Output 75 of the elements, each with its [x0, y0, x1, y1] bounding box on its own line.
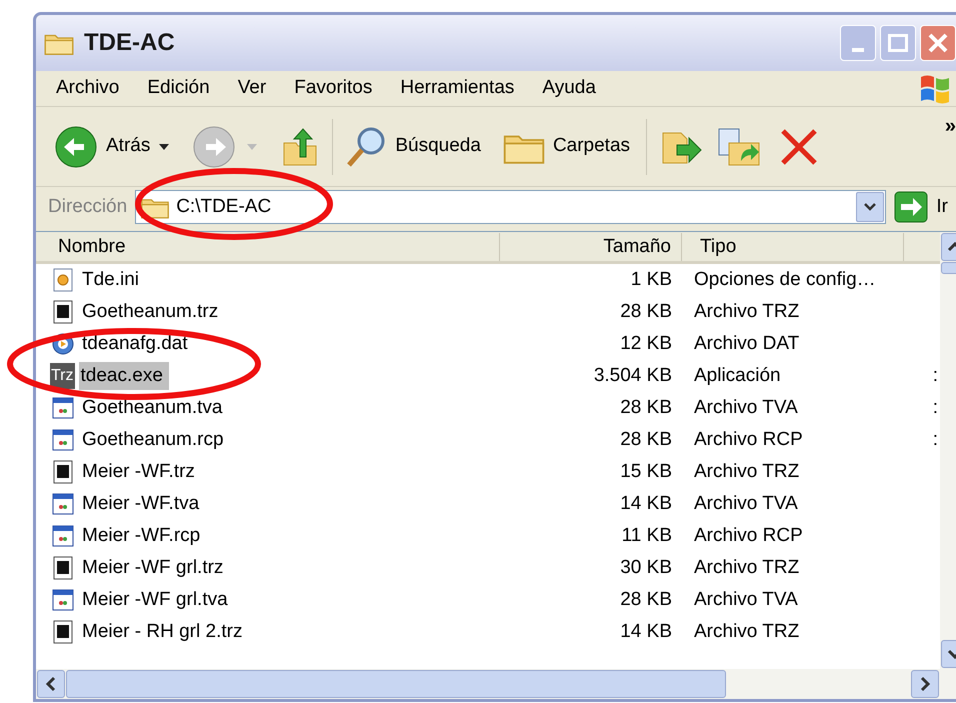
- file-size: 28 KB: [619, 588, 672, 612]
- column-header[interactable]: Nombre: [36, 232, 500, 260]
- folder-up-icon[interactable]: [282, 126, 318, 166]
- menu-item[interactable]: Archivo: [56, 74, 120, 103]
- file-type: Aplicación: [694, 364, 782, 388]
- horizontal-scrollbar[interactable]: [36, 669, 956, 699]
- window-icon: [50, 427, 76, 453]
- window-icon: [50, 491, 76, 517]
- file-name[interactable]: Meier -WF.trz: [80, 458, 197, 486]
- window-title: TDE-AC: [84, 28, 175, 58]
- file-type: Archivo TRZ: [694, 460, 800, 484]
- menu-item[interactable]: Herramientas: [400, 74, 514, 103]
- caret-icon: [246, 142, 258, 150]
- folders-button[interactable]: Carpetas: [502, 128, 630, 164]
- file-name[interactable]: Goetheanum.tva: [80, 394, 224, 422]
- window-icon: [50, 395, 76, 421]
- table-cell-text: :: [932, 364, 939, 388]
- app-icon: Trz: [50, 363, 75, 389]
- menu-item[interactable]: Ver: [238, 74, 266, 103]
- file-size: 28 KB: [619, 428, 672, 452]
- scroll-right-button[interactable]: [911, 670, 939, 698]
- file-size: 15 KB: [619, 460, 672, 484]
- toolbar-overflow-button[interactable]: »: [944, 111, 956, 141]
- delete-icon[interactable]: [779, 126, 820, 166]
- file-size: 28 KB: [619, 300, 672, 324]
- file-type: Opciones de config…: [694, 268, 877, 292]
- file-type: Archivo TVA: [694, 396, 799, 420]
- file-name[interactable]: Meier -WF grl.trz: [80, 554, 226, 582]
- file-size: 30 KB: [619, 556, 672, 580]
- go-button[interactable]: Ir: [894, 191, 956, 223]
- file-type: Archivo TVA: [694, 492, 799, 516]
- file-size: 28 KB: [619, 396, 672, 420]
- menu-item[interactable]: Favoritos: [294, 74, 372, 103]
- file-name[interactable]: Meier -WF.rcp: [80, 522, 202, 550]
- file-name[interactable]: Tde.ini: [80, 266, 142, 294]
- address-label: Dirección: [48, 194, 128, 219]
- search-button[interactable]: Búsqueda: [345, 124, 481, 168]
- file-size: 14 KB: [619, 492, 672, 516]
- file-name[interactable]: Meier -WF grl.tva: [80, 586, 230, 614]
- caret-icon: [158, 142, 170, 150]
- file-type: Archivo TRZ: [694, 556, 800, 580]
- file-size: 1 KB: [630, 268, 672, 292]
- media-file-icon: [50, 331, 76, 357]
- file-size: 3.504 KB: [592, 364, 672, 388]
- column-header[interactable]: Tipo: [682, 232, 904, 260]
- chevron-down-icon: [863, 202, 878, 212]
- scroll-thumb[interactable]: [66, 670, 726, 698]
- back-button[interactable]: Atrás: [54, 124, 170, 168]
- window-icon: [50, 523, 76, 549]
- file-type: Archivo TVA: [694, 588, 799, 612]
- file-name[interactable]: tdeanafg.dat: [80, 330, 190, 358]
- file-type: Archivo RCP: [694, 428, 804, 452]
- file-name[interactable]: Meier -WF.tva: [80, 490, 202, 518]
- file-type: Archivo TRZ: [694, 620, 800, 644]
- close-icon: [927, 32, 949, 54]
- menu-item[interactable]: Ayuda: [542, 74, 596, 103]
- table-cell-text: :: [932, 396, 939, 420]
- file-type: Archivo TRZ: [694, 300, 800, 324]
- window-icon: [50, 587, 76, 613]
- column-header[interactable]: Tamaño: [500, 232, 682, 260]
- table-cell-text: :: [932, 428, 939, 452]
- file-name[interactable]: Goetheanum.rcp: [80, 426, 226, 454]
- menu-item[interactable]: Edición: [147, 74, 210, 103]
- scroll-left-button[interactable]: [37, 670, 65, 698]
- file-type: Archivo RCP: [694, 524, 804, 548]
- dropdown-button[interactable]: [856, 192, 884, 222]
- file-size: 12 KB: [619, 332, 672, 356]
- file-name[interactable]: Meier - RH grl 2.trz: [80, 618, 244, 646]
- file-size: 14 KB: [619, 620, 672, 644]
- file-size: 11 KB: [620, 524, 672, 548]
- file-type: Archivo DAT: [694, 332, 800, 356]
- file-name[interactable]: tdeac.exe: [78, 362, 169, 390]
- file-name[interactable]: Goetheanum.trz: [80, 298, 220, 326]
- close-button[interactable]: [920, 25, 956, 61]
- address-field[interactable]: C:\TDE-AC: [135, 190, 886, 224]
